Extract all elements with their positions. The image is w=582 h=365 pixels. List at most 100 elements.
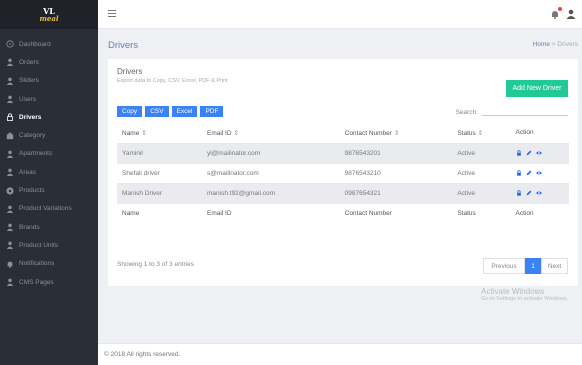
card-subtitle: Export data to Copy, CSV, Excel, PDF & P… <box>117 78 228 84</box>
sidebar-item-label: Brands <box>19 223 40 231</box>
sidebar-item-label: Orders <box>19 58 39 66</box>
column-header-action: Action <box>515 129 534 137</box>
previous-page-button[interactable]: Previous <box>483 258 525 274</box>
user-icon <box>6 58 14 67</box>
sidebar: VL meal Dashboard Orders Sliders Users D… <box>0 0 98 365</box>
sidebar-item-label: Areas <box>19 168 36 176</box>
sidebar-item-users[interactable]: Users <box>0 90 98 108</box>
drivers-card: Drivers Export data to Copy, CSV, Excel,… <box>108 59 578 286</box>
sort-icon: ⇕ <box>393 129 400 137</box>
sidebar-item-apartments[interactable]: Apartments <box>0 145 98 163</box>
watermark-subtitle: Go to Settings to activate Windows. <box>481 296 568 302</box>
pdf-button[interactable]: PDF <box>200 106 224 117</box>
view-icon[interactable] <box>535 190 542 196</box>
sidebar-item-label: Sliders <box>19 77 39 85</box>
sort-icon: ⇕ <box>233 129 240 137</box>
breadcrumb-separator: > <box>551 41 556 48</box>
user-avatar-icon[interactable] <box>566 9 576 19</box>
lock-icon[interactable] <box>516 170 522 176</box>
lock-icon <box>6 113 14 122</box>
csv-button[interactable]: CSV <box>145 106 169 117</box>
sort-icon: ⇕ <box>141 129 147 137</box>
logo-text-bottom: meal <box>39 13 59 23</box>
cell-email: yl@mailinator.com <box>202 142 340 163</box>
user-icon <box>6 150 14 158</box>
excel-button[interactable]: Excel <box>171 106 198 117</box>
sidebar-item-category[interactable]: Category <box>0 126 98 144</box>
table-row: Manish Driver manish.t92@gmail.com 09876… <box>117 182 569 203</box>
sidebar-nav: Dashboard Orders Sliders Users Drivers C… <box>0 29 98 291</box>
sidebar-item-brands[interactable]: Brands <box>0 218 98 236</box>
lock-icon[interactable] <box>516 150 522 156</box>
cell-email: manish.t92@gmail.com <box>202 182 340 203</box>
notification-bell-icon[interactable] <box>550 7 562 19</box>
sidebar-item-label: Category <box>19 132 46 140</box>
user-icon <box>6 95 14 104</box>
breadcrumb-current: Drivers <box>557 41 578 48</box>
sidebar-item-dashboard[interactable]: Dashboard <box>0 35 98 53</box>
sidebar-item-areas[interactable]: Areas <box>0 163 98 181</box>
page-title: Drivers <box>108 40 139 51</box>
sidebar-item-label: Notifications <box>19 260 55 268</box>
sidebar-item-product-variations[interactable]: Product Variations <box>0 200 98 218</box>
view-icon[interactable] <box>535 150 542 156</box>
page-1-button[interactable]: 1 <box>525 258 541 274</box>
copyright-text: © 2018 All rights reserved. <box>104 351 181 358</box>
cell-status: Active <box>452 142 511 163</box>
table-info: Showing 1 to 3 of 3 entries <box>117 261 194 268</box>
sidebar-item-product-units[interactable]: Product Units <box>0 236 98 254</box>
sort-icon: ⇕ <box>477 129 484 137</box>
add-new-driver-button[interactable]: Add New Driver <box>506 80 568 97</box>
sidebar-item-label: CMS Pages <box>19 278 54 286</box>
cell-status: Active <box>452 162 511 183</box>
cell-name: Shefali driver <box>117 162 202 183</box>
column-header-name[interactable]: Name ⇕ <box>117 123 202 143</box>
windows-activation-watermark: Activate Windows Go to Settings to activ… <box>481 287 568 302</box>
cell-contact: 9876543210 <box>339 162 453 183</box>
sidebar-item-sliders[interactable]: Sliders <box>0 72 98 90</box>
watermark-title: Activate Windows <box>481 287 545 296</box>
footer-column-action: Action <box>510 202 569 223</box>
user-icon <box>6 278 14 286</box>
cell-contact: 0987654321 <box>339 182 453 203</box>
category-icon <box>6 132 14 140</box>
user-icon <box>6 223 14 232</box>
sidebar-item-label: Products <box>19 187 45 195</box>
sidebar-item-notifications[interactable]: Notifications <box>0 255 98 273</box>
table-row: Yaminil yl@mailinator.com 9876543201 Act… <box>117 142 569 163</box>
cell-status: Active <box>452 182 511 203</box>
footer-column-status: Status <box>452 202 511 223</box>
column-header-contact[interactable]: Contact Number ⇕ <box>340 123 453 143</box>
drivers-table: Name ⇕ Email ID ⇕ Contact Number ⇕ Status ⇕ … <box>117 123 569 223</box>
edit-icon[interactable] <box>526 190 532 196</box>
hamburger-menu-icon[interactable] <box>108 10 116 18</box>
logo[interactable]: VL meal <box>0 0 98 29</box>
lock-icon[interactable] <box>516 190 522 196</box>
user-icon <box>6 205 14 213</box>
sidebar-item-drivers[interactable]: Drivers <box>0 108 98 126</box>
view-icon[interactable] <box>535 170 542 176</box>
sidebar-item-label: Users <box>19 95 36 103</box>
column-header-email[interactable]: Email ID ⇕ <box>202 123 340 143</box>
sidebar-item-label: Apartments <box>19 150 53 158</box>
next-page-button[interactable]: Next <box>541 258 568 274</box>
footer-column-name: Name <box>117 202 202 223</box>
edit-icon[interactable] <box>526 150 532 156</box>
cell-actions <box>510 162 569 183</box>
copy-button[interactable]: Copy <box>117 106 143 117</box>
search-label: Search: <box>455 109 478 116</box>
footer: © 2018 All rights reserved. <box>98 343 582 365</box>
breadcrumb-home[interactable]: Home <box>533 41 550 48</box>
edit-icon[interactable] <box>526 170 532 176</box>
sidebar-item-cms-pages[interactable]: CMS Pages <box>0 273 98 291</box>
product-icon <box>6 186 14 195</box>
sidebar-item-products[interactable]: Products <box>0 181 98 199</box>
column-header-status[interactable]: Status ⇕ <box>452 123 510 143</box>
card-title: Drivers <box>117 67 143 76</box>
search-input[interactable] <box>482 106 568 116</box>
breadcrumb: Home > Drivers <box>533 41 578 48</box>
cell-contact: 9876543201 <box>339 142 453 163</box>
cell-name: Yaminil <box>117 142 202 163</box>
cell-actions <box>510 182 569 203</box>
sidebar-item-orders[interactable]: Orders <box>0 53 98 71</box>
